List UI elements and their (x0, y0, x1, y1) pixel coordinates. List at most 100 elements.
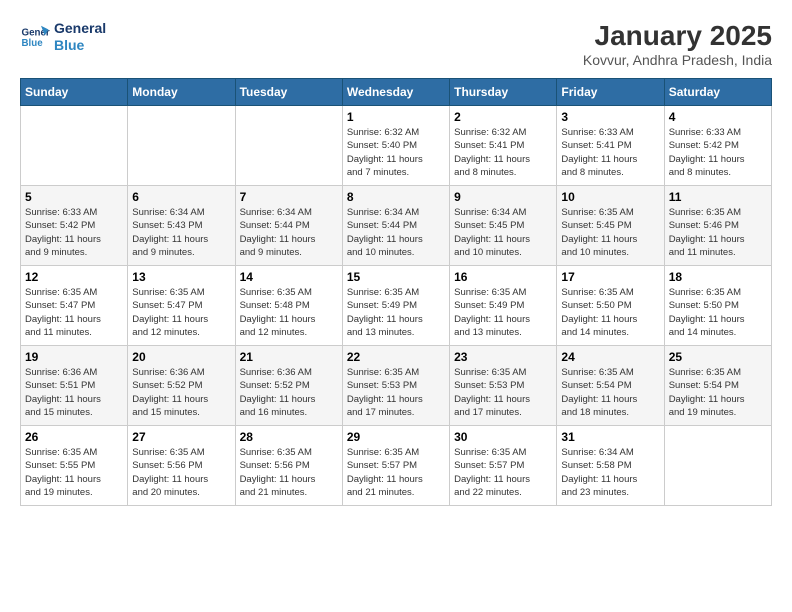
calendar-cell: 18Sunrise: 6:35 AMSunset: 5:50 PMDayligh… (664, 266, 771, 346)
svg-text:Blue: Blue (22, 38, 44, 49)
day-number: 22 (347, 350, 445, 364)
week-row-4: 19 Sunrise: 6:36 AMSunset: 5:51 PMDayligh… (21, 346, 772, 426)
calendar-cell: 2Sunrise: 6:32 AMSunset: 5:41 PMDaylight… (450, 106, 557, 186)
day-number: 14 (240, 270, 338, 284)
day-info: Sunrise: 6:34 AMSunset: 5:58 PMDaylight:… (561, 446, 659, 499)
day-info: Sunrise: 6:36 AMSunset: 5:51 PMDaylight:… (25, 366, 123, 419)
calendar-cell: 16Sunrise: 6:35 AMSunset: 5:49 PMDayligh… (450, 266, 557, 346)
weekday-header-wednesday: Wednesday (342, 79, 449, 106)
day-number: 15 (347, 270, 445, 284)
day-info: Sunrise: 6:33 AMSunset: 5:42 PMDaylight:… (25, 206, 123, 259)
calendar-cell (128, 106, 235, 186)
day-number: 24 (561, 350, 659, 364)
calendar-cell: 3Sunrise: 6:33 AMSunset: 5:41 PMDaylight… (557, 106, 664, 186)
calendar-cell: 31 Sunrise: 6:34 AMSunset: 5:58 PMDayligh… (557, 426, 664, 506)
calendar-cell: 9Sunrise: 6:34 AMSunset: 5:45 PMDaylight… (450, 186, 557, 266)
calendar-cell (235, 106, 342, 186)
title-area: January 2025 Kovvur, Andhra Pradesh, Ind… (583, 20, 772, 68)
day-number: 7 (240, 190, 338, 204)
weekday-header-saturday: Saturday (664, 79, 771, 106)
weekday-header-tuesday: Tuesday (235, 79, 342, 106)
weekday-header-row: SundayMondayTuesdayWednesdayThursdayFrid… (21, 79, 772, 106)
day-number: 17 (561, 270, 659, 284)
day-info: Sunrise: 6:35 AMSunset: 5:50 PMDaylight:… (669, 286, 767, 339)
day-info: Sunrise: 6:35 AMSunset: 5:50 PMDaylight:… (561, 286, 659, 339)
day-info: Sunrise: 6:33 AMSunset: 5:42 PMDaylight:… (669, 126, 767, 179)
calendar-cell (664, 426, 771, 506)
day-number: 26 (25, 430, 123, 444)
day-info: Sunrise: 6:35 AMSunset: 5:49 PMDaylight:… (454, 286, 552, 339)
calendar-cell: 20 Sunrise: 6:36 AMSunset: 5:52 PMDayligh… (128, 346, 235, 426)
day-number: 13 (132, 270, 230, 284)
day-info: Sunrise: 6:35 AMSunset: 5:46 PMDaylight:… (669, 206, 767, 259)
calendar-cell: 30Sunrise: 6:35 AMSunset: 5:57 PMDayligh… (450, 426, 557, 506)
day-info: Sunrise: 6:34 AMSunset: 5:44 PMDaylight:… (240, 206, 338, 259)
day-info: Sunrise: 6:35 AMSunset: 5:53 PMDaylight:… (454, 366, 552, 419)
day-info: Sunrise: 6:35 AMSunset: 5:47 PMDaylight:… (132, 286, 230, 339)
day-number: 31 (561, 430, 659, 444)
day-number: 8 (347, 190, 445, 204)
calendar-cell: 19 Sunrise: 6:36 AMSunset: 5:51 PMDayligh… (21, 346, 128, 426)
day-number: 3 (561, 110, 659, 124)
calendar-cell: 24 Sunrise: 6:35 AMSunset: 5:54 PMDayligh… (557, 346, 664, 426)
day-number: 6 (132, 190, 230, 204)
calendar-cell: 26Sunrise: 6:35 AMSunset: 5:55 PMDayligh… (21, 426, 128, 506)
week-row-3: 12 Sunrise: 6:35 AMSunset: 5:47 PMDayligh… (21, 266, 772, 346)
calendar-cell: 11 Sunrise: 6:35 AMSunset: 5:46 PMDayligh… (664, 186, 771, 266)
page-subtitle: Kovvur, Andhra Pradesh, India (583, 52, 772, 68)
day-info: Sunrise: 6:35 AMSunset: 5:47 PMDaylight:… (25, 286, 123, 339)
day-number: 30 (454, 430, 552, 444)
day-info: Sunrise: 6:36 AMSunset: 5:52 PMDaylight:… (240, 366, 338, 419)
day-number: 23 (454, 350, 552, 364)
calendar-cell: 4 Sunrise: 6:33 AMSunset: 5:42 PMDaylight… (664, 106, 771, 186)
day-number: 19 (25, 350, 123, 364)
day-number: 5 (25, 190, 123, 204)
calendar-cell: 13 Sunrise: 6:35 AMSunset: 5:47 PMDayligh… (128, 266, 235, 346)
day-info: Sunrise: 6:32 AMSunset: 5:41 PMDaylight:… (454, 126, 552, 179)
day-info: Sunrise: 6:35 AMSunset: 5:49 PMDaylight:… (347, 286, 445, 339)
calendar-cell (21, 106, 128, 186)
day-info: Sunrise: 6:34 AMSunset: 5:43 PMDaylight:… (132, 206, 230, 259)
calendar-cell: 17 Sunrise: 6:35 AMSunset: 5:50 PMDayligh… (557, 266, 664, 346)
calendar-cell: 12 Sunrise: 6:35 AMSunset: 5:47 PMDayligh… (21, 266, 128, 346)
day-number: 20 (132, 350, 230, 364)
calendar-cell: 23 Sunrise: 6:35 AMSunset: 5:53 PMDayligh… (450, 346, 557, 426)
calendar-cell: 8Sunrise: 6:34 AMSunset: 5:44 PMDaylight… (342, 186, 449, 266)
day-info: Sunrise: 6:35 AMSunset: 5:45 PMDaylight:… (561, 206, 659, 259)
logo-text: General Blue (54, 20, 106, 54)
calendar-cell: 7 Sunrise: 6:34 AMSunset: 5:44 PMDaylight… (235, 186, 342, 266)
day-info: Sunrise: 6:35 AMSunset: 5:54 PMDaylight:… (561, 366, 659, 419)
header: General Blue General Blue January 2025 K… (20, 20, 772, 68)
weekday-header-sunday: Sunday (21, 79, 128, 106)
day-number: 27 (132, 430, 230, 444)
calendar-cell: 6 Sunrise: 6:34 AMSunset: 5:43 PMDaylight… (128, 186, 235, 266)
day-number: 1 (347, 110, 445, 124)
day-number: 21 (240, 350, 338, 364)
calendar-cell: 15 Sunrise: 6:35 AMSunset: 5:49 PMDayligh… (342, 266, 449, 346)
calendar-cell: 1Sunrise: 6:32 AMSunset: 5:40 PMDaylight… (342, 106, 449, 186)
calendar-cell: 14Sunrise: 6:35 AMSunset: 5:48 PMDayligh… (235, 266, 342, 346)
day-info: Sunrise: 6:34 AMSunset: 5:45 PMDaylight:… (454, 206, 552, 259)
logo: General Blue General Blue (20, 20, 106, 54)
day-info: Sunrise: 6:35 AMSunset: 5:56 PMDaylight:… (240, 446, 338, 499)
day-info: Sunrise: 6:35 AMSunset: 5:54 PMDaylight:… (669, 366, 767, 419)
weekday-header-friday: Friday (557, 79, 664, 106)
week-row-1: 1Sunrise: 6:32 AMSunset: 5:40 PMDaylight… (21, 106, 772, 186)
calendar-cell: 21 Sunrise: 6:36 AMSunset: 5:52 PMDayligh… (235, 346, 342, 426)
page-title: January 2025 (583, 20, 772, 52)
day-number: 11 (669, 190, 767, 204)
calendar-cell: 28Sunrise: 6:35 AMSunset: 5:56 PMDayligh… (235, 426, 342, 506)
day-info: Sunrise: 6:35 AMSunset: 5:53 PMDaylight:… (347, 366, 445, 419)
day-info: Sunrise: 6:36 AMSunset: 5:52 PMDaylight:… (132, 366, 230, 419)
calendar-cell: 27 Sunrise: 6:35 AMSunset: 5:56 PMDayligh… (128, 426, 235, 506)
calendar-cell: 10 Sunrise: 6:35 AMSunset: 5:45 PMDayligh… (557, 186, 664, 266)
day-number: 10 (561, 190, 659, 204)
day-number: 29 (347, 430, 445, 444)
calendar-cell: 25 Sunrise: 6:35 AMSunset: 5:54 PMDayligh… (664, 346, 771, 426)
day-info: Sunrise: 6:35 AMSunset: 5:56 PMDaylight:… (132, 446, 230, 499)
day-number: 25 (669, 350, 767, 364)
day-number: 4 (669, 110, 767, 124)
calendar-cell: 22 Sunrise: 6:35 AMSunset: 5:53 PMDayligh… (342, 346, 449, 426)
week-row-2: 5 Sunrise: 6:33 AMSunset: 5:42 PMDaylight… (21, 186, 772, 266)
day-number: 12 (25, 270, 123, 284)
